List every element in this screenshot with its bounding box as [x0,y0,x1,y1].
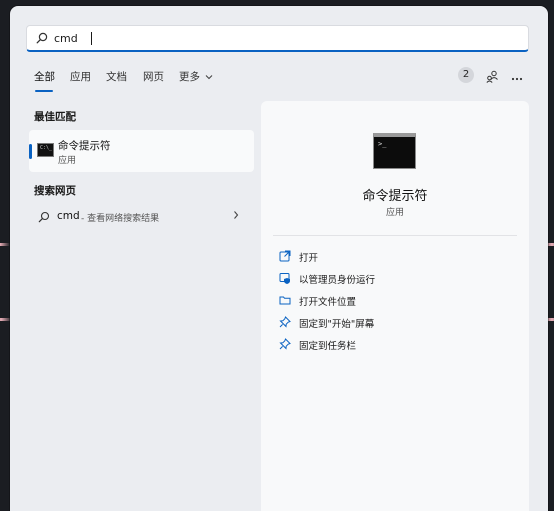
action-open-label: 打开 [299,253,319,264]
account-switch-button[interactable] [486,68,499,87]
action-run-as-admin[interactable]: 以管理员身份运行 [279,270,509,288]
web-search-hint: - 查看网络搜索结果 [81,214,160,224]
web-search-heading: 搜索网页 [34,185,76,197]
details-pane: >_ 命令提示符 应用 打开 以管理员身份运行 打开文件位置 固定到"开始"屏幕… [261,101,529,511]
search-input[interactable] [54,29,494,48]
action-open[interactable]: 打开 [279,248,509,266]
action-run-as-admin-label: 以管理员身份运行 [299,275,376,286]
action-pin-to-taskbar[interactable]: 固定到任务栏 [279,336,509,354]
active-tab-indicator [35,90,53,92]
action-pin-to-taskbar-label: 固定到任务栏 [299,341,357,352]
details-title: 命令提示符 [362,189,428,204]
wallpaper-streak [0,243,10,246]
command-prompt-app-icon: C:\_ [37,143,54,157]
web-search-query: cmd [57,210,80,222]
chevron-right-icon [234,211,239,219]
action-pin-to-start[interactable]: 固定到"开始"屏幕 [279,314,509,332]
chevron-down-icon [205,75,213,80]
start-search-panel: 全部 应用 文档 网页 更多 2 最佳匹配 C:\_ 命令提示符 应用 [10,6,548,511]
selection-indicator [29,144,32,159]
best-match-subtitle: 应用 [58,156,77,166]
ellipsis-icon [511,77,523,81]
folder-icon [279,296,291,305]
command-prompt-large-icon: >_ [373,133,416,169]
more-options-button[interactable] [511,69,523,88]
shield-admin-icon [279,273,290,284]
action-open-file-location[interactable]: 打开文件位置 [279,292,509,310]
rewards-badge[interactable]: 2 [458,67,474,83]
action-open-file-location-label: 打开文件位置 [299,297,357,308]
best-match-result[interactable]: C:\_ 命令提示符 应用 [29,130,254,172]
open-external-icon [279,250,291,262]
people-share-icon [486,70,498,83]
pin-icon [279,316,291,328]
web-search-result[interactable]: cmd - 查看网络搜索结果 [29,206,254,228]
tab-more[interactable]: 更多 [179,69,213,84]
details-divider [273,235,517,236]
text-caret [91,32,92,45]
search-box[interactable] [26,25,529,52]
tab-documents[interactable]: 文档 [106,69,127,84]
pin-icon [279,338,291,350]
best-match-heading: 最佳匹配 [34,111,76,123]
tab-all[interactable]: 全部 [34,69,55,84]
tab-more-label: 更多 [179,71,200,83]
details-subtitle: 应用 [385,208,404,218]
search-icon [38,211,50,223]
action-pin-to-start-label: 固定到"开始"屏幕 [299,319,375,330]
tab-apps[interactable]: 应用 [70,69,91,84]
best-match-title: 命令提示符 [58,140,111,152]
tab-web[interactable]: 网页 [143,69,164,84]
search-icon [36,32,48,44]
